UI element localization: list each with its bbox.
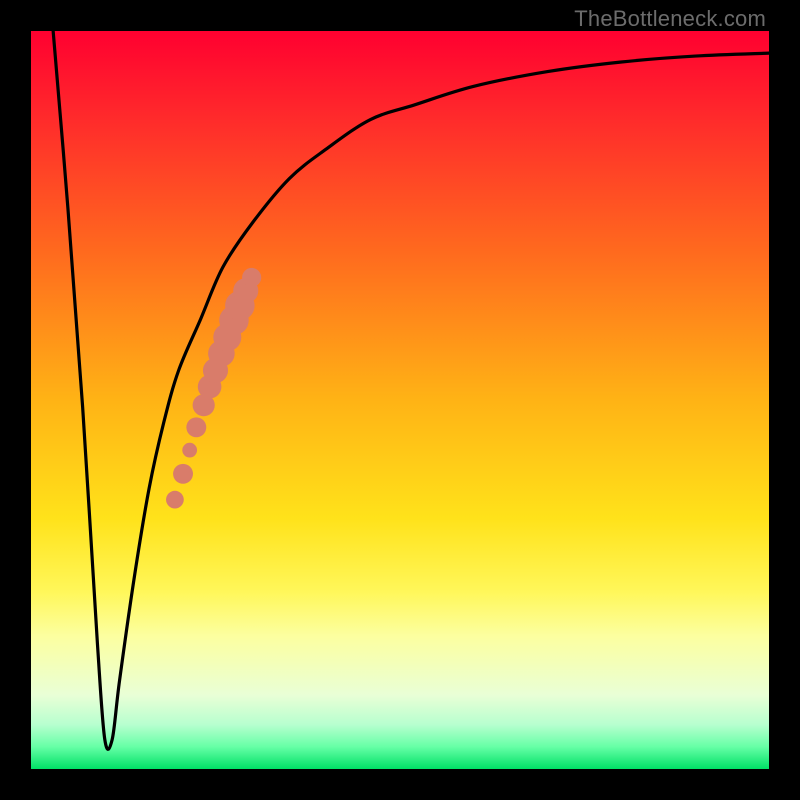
data-marker (173, 464, 193, 484)
chart-frame: TheBottleneck.com (0, 0, 800, 800)
plot-area (31, 31, 769, 769)
data-marker (186, 417, 206, 437)
curve-layer (31, 31, 769, 769)
watermark-label: TheBottleneck.com (574, 6, 766, 32)
data-marker (166, 491, 184, 509)
marker-cluster (166, 268, 261, 509)
data-marker (242, 268, 261, 287)
bottleneck-curve (53, 31, 769, 749)
data-marker (182, 443, 197, 458)
